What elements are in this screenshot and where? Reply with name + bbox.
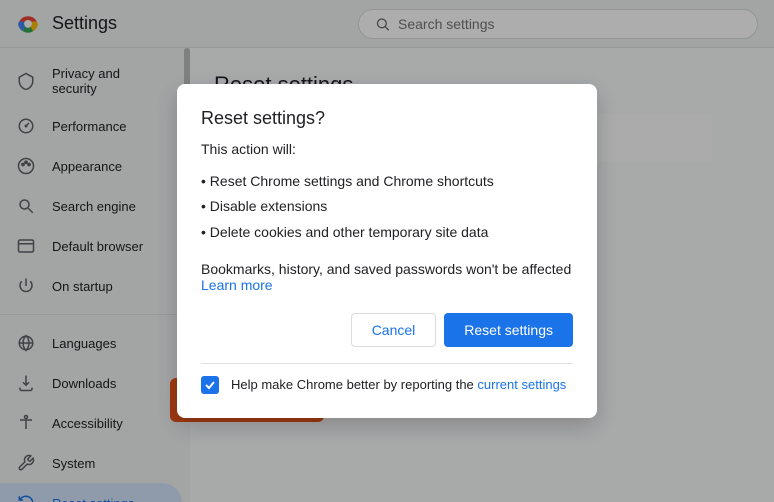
dialog-footer-text: Help make Chrome better by reporting the… <box>231 377 566 392</box>
reset-settings-dialog: Reset settings? This action will: • Rese… <box>177 84 597 418</box>
learn-more-link[interactable]: Learn more <box>201 277 273 293</box>
dialog-buttons: Cancel Reset settings <box>201 313 573 347</box>
dialog-list-item-3: • Delete cookies and other temporary sit… <box>201 220 573 245</box>
report-checkbox[interactable] <box>201 376 219 394</box>
dialog-footer: Help make Chrome better by reporting the… <box>201 363 573 394</box>
dialog-list-item-2: • Disable extensions <box>201 194 573 219</box>
cancel-button[interactable]: Cancel <box>351 313 437 347</box>
dialog-overlay: Reset settings? This action will: • Rese… <box>0 0 774 502</box>
dialog-list: • Reset Chrome settings and Chrome short… <box>201 169 573 245</box>
dialog-title: Reset settings? <box>201 108 573 129</box>
dialog-subtitle: This action will: <box>201 141 573 157</box>
checkmark-icon <box>204 379 216 391</box>
dialog-note: Bookmarks, history, and saved passwords … <box>201 261 573 293</box>
reset-settings-button[interactable]: Reset settings <box>444 313 573 347</box>
current-settings-link[interactable]: current settings <box>477 377 566 392</box>
dialog-list-item-1: • Reset Chrome settings and Chrome short… <box>201 169 573 194</box>
